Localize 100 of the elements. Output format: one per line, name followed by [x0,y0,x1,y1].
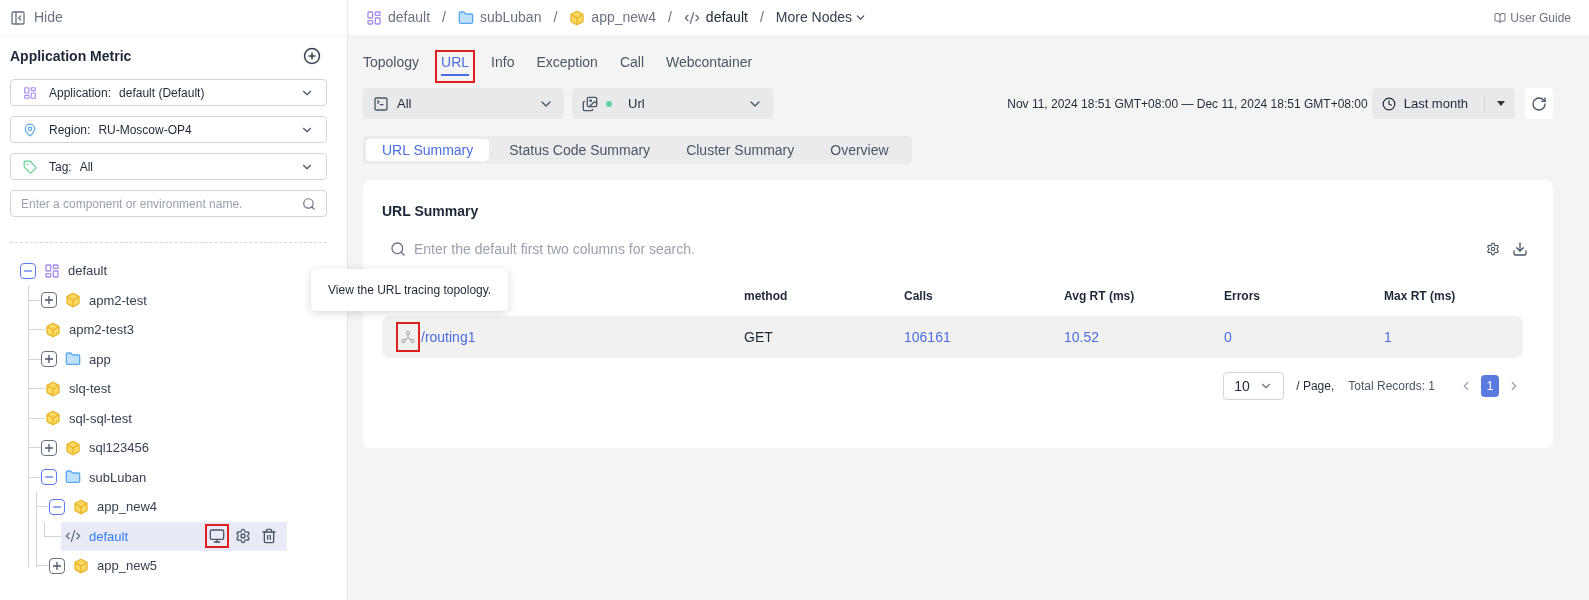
caret-down-icon [1497,101,1505,106]
tooltip: View the URL tracing topology. [311,269,509,311]
filter-select[interactable]: Region: RU-Moscow-OP4 [10,116,327,143]
page-size-select[interactable]: 10 [1223,372,1285,400]
cube-icon [569,9,586,26]
column-header: Avg RT (ms) [1064,288,1136,305]
panel-title: Application Metric [10,46,132,66]
column-header: Errors [1224,288,1262,305]
filter-select[interactable]: Application: default (Default) [10,79,327,106]
hide-link[interactable]: Hide [34,7,63,28]
card-title: URL Summary [382,202,480,221]
refresh-button[interactable] [1525,88,1553,119]
tree-item-label[interactable]: apm2-test3 [69,320,135,340]
code-window-icon [65,528,81,545]
breadcrumb-separator: / [758,8,765,27]
breadcrumb-separator: / [441,8,447,27]
tree-item-label[interactable]: app [89,349,111,369]
expand-toggle[interactable] [41,292,57,309]
folder-icon [457,9,474,26]
map-pin-icon [23,122,37,137]
cube-icon [45,410,61,427]
metric-link[interactable]: 1 [1384,326,1523,348]
collapse-toggle[interactable] [49,498,65,515]
plus-icon [45,355,53,364]
settings-icon[interactable] [1486,242,1500,256]
collapse-panel-icon[interactable] [10,9,26,26]
tab[interactable]: Info [487,52,519,81]
breadcrumb-separator: / [552,8,559,27]
breadcrumb-link[interactable]: subLuban [479,7,542,28]
breadcrumb-link[interactable]: default [388,7,431,28]
tree-item-label[interactable]: sql-sql-test [69,408,132,428]
download-icon[interactable] [1512,241,1528,257]
add-icon[interactable] [303,47,321,65]
segment-tab[interactable]: Status Code Summary [493,139,667,161]
breadcrumb-link[interactable]: app_new4 [591,7,656,28]
tree-item-label[interactable]: sql123456 [89,438,149,458]
cube-icon [73,498,89,515]
tab[interactable]: Topology [359,52,424,81]
cube-icon [73,557,89,574]
expand-toggle[interactable] [41,439,57,456]
dashboard-icon [44,262,60,279]
page-button[interactable]: 1 [1481,375,1499,397]
filter-select[interactable]: All [363,88,564,119]
segment-tab[interactable]: Overview [814,139,905,161]
table-cell-text: GET [744,327,774,347]
refresh-icon [1531,95,1547,112]
url-link[interactable]: /routing1 [421,326,476,348]
code-window-icon [683,9,700,26]
tree-item-label[interactable]: default [68,261,108,281]
collapse-toggle[interactable] [41,469,57,486]
table-search-field[interactable]: Enter the default first two columns for search. [414,238,1486,260]
segment-tab[interactable]: URL Summary [366,139,490,161]
tab[interactable]: Webcontainer [662,52,757,81]
terminal-icon [373,95,389,112]
filter-select[interactable]: Tag: All [10,153,327,180]
search-field[interactable]: Enter a component or environment name. [21,194,302,213]
tab[interactable]: Exception [532,52,602,81]
tag-icon [23,159,37,174]
expand-toggle[interactable] [41,351,57,368]
collapse-toggle[interactable] [20,262,36,279]
metric-link[interactable]: 10.52 [1064,326,1224,348]
time-range-text: Nov 11, 2024 18:51 GMT+08:00 — Dec 11, 2024 18:51 GMT+08:00 [1007,95,1368,113]
tab[interactable]: URL [437,52,474,81]
search-icon[interactable] [302,196,316,211]
user-guide-link[interactable]: User Guide [1510,8,1571,27]
breadcrumb-separator: / [666,8,673,27]
search-icon [390,241,406,257]
folder-icon [65,351,81,368]
column-header: method [744,288,789,305]
folder-icon [65,469,81,486]
cube-icon [65,439,81,456]
node-graph-icon [401,330,415,344]
tree-item-label[interactable]: slq-test [69,379,111,399]
dashboard-icon [366,9,382,26]
search-box[interactable]: Enter a component or environment name. [10,190,327,217]
breadcrumb-link[interactable]: default [705,7,748,28]
segment-tab[interactable]: Cluster Summary [670,139,811,161]
column-header: Calls [904,288,934,305]
per-page-label: / Page, [1296,378,1335,395]
tree-item-label[interactable]: default [89,526,129,546]
filter-select[interactable]: Url [572,88,773,119]
plus-icon [45,296,53,305]
clock-icon [1381,96,1396,111]
tree-item-label[interactable]: app_new4 [97,497,157,517]
metric-link[interactable]: 0 [1224,326,1384,348]
expand-toggle[interactable] [49,557,65,574]
plus-icon [45,443,53,452]
tree-item-label[interactable]: apm2-test [89,290,147,310]
chart-stack-icon [582,95,598,112]
time-preset-select[interactable]: Last month [1371,88,1515,119]
tree-item-label[interactable]: app_new5 [97,556,157,576]
metric-link[interactable]: 106161 [904,326,1064,348]
cube-icon [45,380,61,397]
monitor-button[interactable] [207,526,227,547]
tree-item-label[interactable]: subLuban [89,467,147,487]
more-nodes-dropdown[interactable]: More Nodes [775,7,868,28]
column-header: Max RT (ms) [1384,288,1457,305]
tab[interactable]: Call [615,52,649,81]
plus-icon [53,561,61,570]
cube-icon [65,292,81,309]
